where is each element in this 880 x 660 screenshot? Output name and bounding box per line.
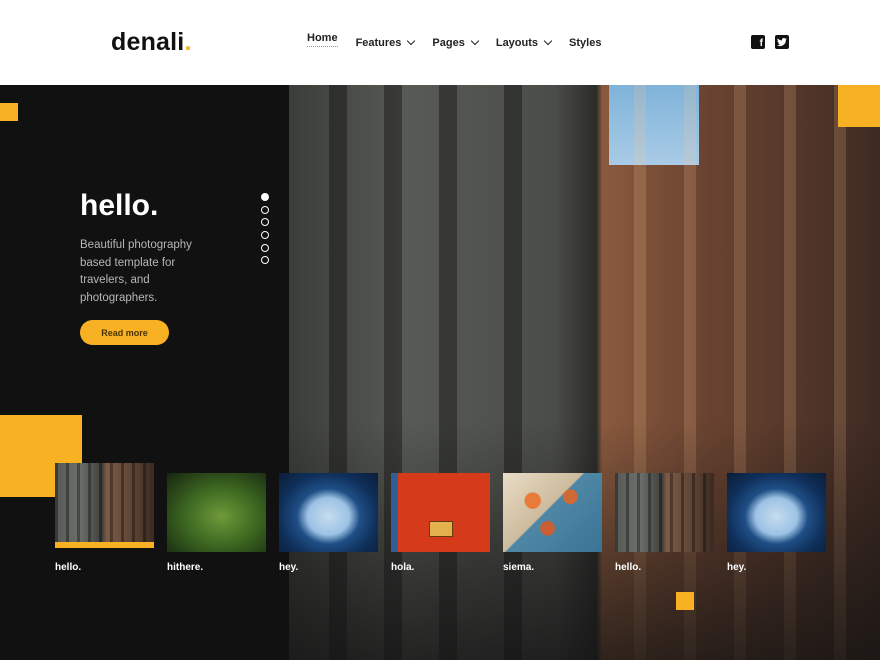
slide-dot[interactable] <box>261 256 269 265</box>
facebook-icon[interactable]: f <box>751 35 765 49</box>
nav-item-layouts[interactable]: Layouts <box>495 32 553 54</box>
accent-square <box>676 592 694 610</box>
nav-label: Home <box>307 32 338 44</box>
thumbnail-label: siema. <box>503 562 535 573</box>
slide-dot[interactable] <box>261 231 269 240</box>
nav-label: Layouts <box>495 37 539 49</box>
hero-title: hello. <box>80 189 159 222</box>
read-more-button[interactable]: Read more <box>80 320 169 345</box>
slide-dot[interactable] <box>261 193 269 201</box>
thumbnail-label: hello. <box>615 562 642 573</box>
slide-dot[interactable] <box>261 243 269 252</box>
logo-dot: . <box>184 28 192 56</box>
main-nav: Home Features Pages Layouts Styles <box>307 32 619 54</box>
social-links: f <box>751 35 789 49</box>
nav-item-features[interactable]: Features <box>355 32 416 54</box>
thumbnail-image <box>727 473 826 552</box>
chevron-down-icon <box>407 36 416 46</box>
nav-item-styles[interactable]: Styles <box>569 32 601 54</box>
thumbnail-image <box>55 463 154 542</box>
thumbnail-item[interactable]: hey. <box>279 473 378 573</box>
thumbnail-label: hey. <box>727 562 747 573</box>
slide-dot[interactable] <box>261 205 269 214</box>
accent-square <box>838 85 880 127</box>
site-logo[interactable]: denali. <box>111 28 192 57</box>
thumbnail-item[interactable]: hey. <box>727 473 826 573</box>
thumbnail-image <box>167 473 266 552</box>
active-thumbnail-bar <box>55 542 154 548</box>
logo-text: denali <box>111 28 185 56</box>
thumbnail-item[interactable]: hola. <box>391 473 490 573</box>
hero-slider: hello. Beautiful photography based templ… <box>0 85 880 660</box>
twitter-icon[interactable] <box>775 35 789 49</box>
thumbnail-label: hey. <box>279 562 299 573</box>
thumbnail-image <box>615 473 714 552</box>
nav-label: Pages <box>432 37 465 49</box>
hero-background-image <box>289 85 880 660</box>
chevron-down-icon <box>470 36 480 46</box>
thumbnail-label: hola. <box>391 562 415 573</box>
slide-pagination <box>261 193 269 265</box>
nav-label: Styles <box>569 37 602 49</box>
nav-item-pages[interactable]: Pages <box>432 32 480 54</box>
thumbnail-item[interactable]: siema. <box>503 473 602 573</box>
thumbnail-item[interactable]: hello. <box>615 473 714 573</box>
thumbnail-item[interactable]: hithere. <box>167 473 266 573</box>
thumbnail-image <box>503 473 602 552</box>
nav-item-home[interactable]: Home <box>307 32 338 54</box>
thumbnail-item[interactable]: hello. <box>55 463 154 573</box>
thumbnail-image <box>279 473 378 552</box>
site-header: denali. Home Features Pages Layouts Styl… <box>0 0 880 85</box>
chevron-down-icon <box>543 36 553 46</box>
thumbnail-image <box>391 473 490 552</box>
slide-dot[interactable] <box>261 218 269 227</box>
hero-description: Beautiful photography based template for… <box>80 239 192 304</box>
thumbnail-label: hello. <box>55 562 82 573</box>
accent-square <box>0 103 18 121</box>
nav-label: Features <box>355 37 402 49</box>
thumbnail-label: hithere. <box>167 562 204 573</box>
